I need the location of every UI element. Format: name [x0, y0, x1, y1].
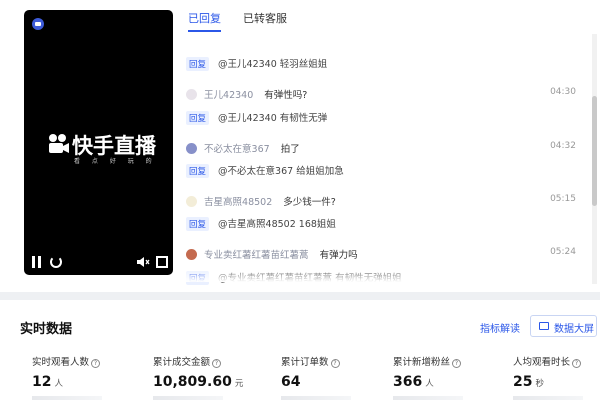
fullscreen-icon[interactable] [156, 256, 168, 268]
avatar [186, 143, 197, 154]
reply-row: 回复 @吉星高照48502 168姐姐 [186, 216, 586, 236]
metric-guide-link[interactable]: 指标解读 [480, 320, 520, 335]
list-bottom-fade [186, 268, 590, 282]
metric-new-fans: 累计新增粉丝? 366 人 [393, 354, 463, 400]
list-top-fade [186, 32, 590, 46]
comment-message: 有弹性吗? [264, 90, 308, 101]
metric-value: 12 [32, 374, 52, 390]
reply-text: @王儿42340 轻羽丝姐姐 [218, 59, 328, 70]
kuaishou-live-logo: 快手直播 看 点 好 玩 的 [46, 128, 156, 168]
metric-label: 累计订单数 [281, 357, 329, 368]
reply-row: 回复 @不必太在意367 给姐姐加急 [186, 163, 586, 183]
avatar [186, 249, 197, 260]
comment-username[interactable]: 王儿42340 [204, 90, 253, 101]
metric-label: 人均观看时长 [513, 357, 571, 368]
metric-label: 实时观看人数 [32, 357, 90, 368]
help-icon[interactable]: ? [330, 359, 340, 368]
comment-username[interactable]: 专业卖红薯红薯苗红薯蒿 [204, 250, 309, 261]
metric-value: 366 [393, 374, 423, 390]
comment-row: 专业卖红薯红薯苗红薯蒿 有弹力吗 05:24 [186, 247, 586, 267]
volume-icon[interactable] [136, 255, 150, 269]
reply-tag: 回复 [186, 111, 210, 125]
camera-icon [49, 134, 69, 153]
reply-tag: 回复 [186, 164, 210, 178]
metric-value: 25 [513, 374, 533, 390]
comment-row: 王儿42340 有弹性吗? 04:30 [186, 87, 586, 107]
metric-viewers: 实时观看人数? 12 人 [32, 354, 102, 400]
help-icon[interactable]: ? [452, 359, 462, 368]
reply-text: @王儿42340 有韧性无弹 [218, 113, 328, 124]
realtime-data-panel: 实时数据 指标解读 数据大屏 实时观看人数? 12 人 累计成交金额? 10,80… [0, 300, 600, 400]
comment-message: 有弹力吗 [319, 250, 358, 261]
truncated-subtext [513, 396, 583, 400]
comment-scrollbar[interactable] [592, 34, 597, 284]
help-icon[interactable]: ? [212, 359, 222, 368]
comment-time: 04:30 [550, 87, 576, 97]
scrollbar-thumb[interactable] [592, 96, 597, 206]
refresh-icon[interactable] [50, 256, 62, 268]
comment-username[interactable]: 不必太在意367 [204, 144, 270, 155]
live-panel: 快手直播 看 点 好 玩 的 已回复 已转客服 回复 回复 @王儿42340 轻… [0, 0, 600, 292]
metric-unit: 人 [54, 379, 63, 389]
reply-text: @吉星高照48502 168姐姐 [218, 219, 336, 230]
truncated-subtext [393, 396, 463, 400]
help-icon[interactable]: ? [572, 359, 582, 368]
comment-row: 不必太在意367 拍了 04:32 [186, 141, 586, 161]
section-title: 实时数据 [20, 322, 73, 337]
truncated-subtext [153, 396, 223, 400]
comment-time: 04:32 [550, 141, 576, 151]
metric-value: 10,809.60 [153, 374, 232, 390]
metric-label: 累计新增粉丝 [393, 357, 451, 368]
comment-message: 多少钱一件? [283, 197, 336, 208]
reply-row: 回复 @王儿42340 轻羽丝姐姐 [186, 56, 586, 76]
avatar [186, 196, 197, 207]
comment-row: 吉星高照48502 多少钱一件? 05:15 [186, 194, 586, 214]
reply-text: @不必太在意367 给姐姐加急 [218, 166, 344, 177]
metric-unit: 元 [234, 379, 244, 389]
comment-time: 05:24 [550, 247, 576, 257]
reply-row: 回复 @王儿42340 有韧性无弹 [186, 110, 586, 130]
comment-time: 05:15 [550, 194, 576, 204]
reply-tag: 回复 [186, 217, 210, 231]
tab-transferred-to-service[interactable]: 已转客服 [243, 10, 287, 30]
avatar [186, 89, 197, 100]
metric-unit: 秒 [535, 379, 544, 389]
comment-list[interactable]: 回复 回复 @王儿42340 轻羽丝姐姐 王儿42340 有弹性吗? 04:30… [186, 32, 590, 286]
video-player[interactable]: 快手直播 看 点 好 玩 的 [24, 10, 173, 275]
monitor-icon [539, 322, 549, 330]
comment-message: 拍了 [280, 144, 300, 155]
reply-tag: 回复 [186, 57, 210, 71]
metric-unit: 人 [425, 379, 434, 389]
metric-gmv: 累计成交金额? 10,809.60 元 [153, 354, 243, 400]
comment-username[interactable]: 吉星高照48502 [204, 197, 272, 208]
big-screen-label: 数据大屏 [554, 324, 594, 335]
metric-value: 64 [281, 374, 301, 390]
help-icon[interactable]: ? [91, 359, 101, 368]
metric-orders: 累计订单数? 64 [281, 354, 351, 400]
truncated-subtext [32, 396, 102, 400]
live-indicator-icon [32, 18, 44, 30]
tab-replied[interactable]: 已回复 [188, 10, 221, 32]
brand-slogan: 看 点 好 玩 的 [74, 158, 157, 165]
truncated-subtext [281, 396, 351, 400]
data-big-screen-button[interactable]: 数据大屏 [530, 315, 597, 337]
metric-label: 累计成交金额 [153, 357, 211, 368]
metric-avg-watch-time: 人均观看时长? 25 秒 [513, 354, 583, 400]
pause-icon[interactable] [32, 255, 42, 269]
